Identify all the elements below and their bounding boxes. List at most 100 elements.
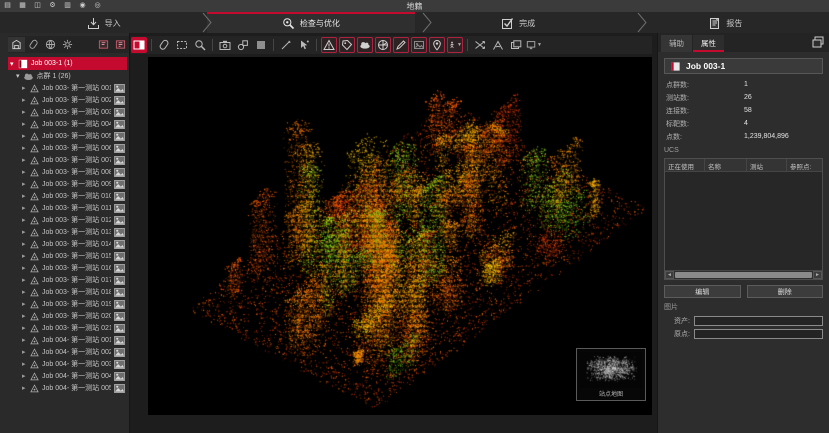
tree-station-row[interactable]: ▸ Job 003- 第一测站 009 (3) (8, 178, 127, 190)
picture-icon[interactable] (114, 180, 125, 189)
expand-arrow-icon[interactable]: ▸ (22, 216, 27, 224)
picture-icon[interactable] (114, 324, 125, 333)
expand-arrow-icon[interactable]: ▸ (22, 156, 27, 164)
expand-arrow-icon[interactable]: ▸ (22, 84, 27, 92)
camera-icon[interactable] (217, 37, 233, 53)
picture-icon[interactable] (114, 312, 125, 321)
picture-icon[interactable] (114, 132, 125, 141)
picture-icon[interactable] (114, 108, 125, 117)
expand-arrow-icon[interactable]: ▸ (22, 372, 27, 380)
snapshot-icon[interactable] (508, 37, 524, 53)
expand-arrow-icon[interactable]: ▸ (22, 144, 27, 152)
display-mode-icon[interactable]: ▼ (526, 37, 542, 53)
expand-arrow-icon[interactable]: ▸ (22, 324, 27, 332)
link-tab-icon[interactable] (25, 37, 42, 52)
panel-toggle-icon[interactable] (131, 37, 147, 53)
expand-arrow-icon[interactable]: ▸ (22, 132, 27, 140)
ucs-horizontal-scrollbar[interactable]: ◄ ► (665, 270, 822, 279)
shapes-icon[interactable] (235, 37, 251, 53)
origin-input[interactable] (694, 329, 823, 339)
tree-station-row[interactable]: ▸ Job 003- 第一测站 016 (4) (8, 262, 127, 274)
image-icon[interactable] (411, 37, 427, 53)
picture-icon[interactable] (114, 204, 125, 213)
link-icon[interactable] (156, 37, 172, 53)
picture-icon[interactable] (114, 216, 125, 225)
picture-icon[interactable] (114, 252, 125, 261)
picture-icon[interactable] (114, 348, 125, 357)
expand-arrow-icon[interactable]: ▸ (22, 96, 27, 104)
picture-icon[interactable] (114, 228, 125, 237)
tree-station-row[interactable]: ▸ Job 003- 第一测站 021 (9) (8, 322, 127, 334)
tree-station-row[interactable]: ▸ Job 003- 第一测站 013 (4) (8, 226, 127, 238)
tree-station-row[interactable]: ▸ Job 003- 第一测站 019 (2) (8, 298, 127, 310)
tab-auxiliary[interactable]: 辅助 (661, 35, 692, 52)
picture-icon[interactable] (114, 360, 125, 369)
picture-icon[interactable] (114, 192, 125, 201)
expand-arrow-icon[interactable]: ▸ (22, 108, 27, 116)
expand-arrow-icon[interactable]: ▸ (22, 288, 27, 296)
tag-icon[interactable] (339, 37, 355, 53)
picture-icon[interactable] (114, 384, 125, 393)
picture-icon[interactable] (114, 168, 125, 177)
tree-station-row[interactable]: ▸ Job 003- 第一测站 018 (4) (8, 286, 127, 298)
tree-station-row[interactable]: ▸ Job 003- 第一测站 011 (2) (8, 202, 127, 214)
expand-arrow-icon[interactable]: ▸ (22, 120, 27, 128)
delete-button[interactable]: 删除 (747, 285, 824, 298)
tree-station-row[interactable]: ▸ Job 003- 第一测站 002 (5) (8, 94, 127, 106)
tree-station-row[interactable]: ▸ Job 003- 第一测站 007 (5) (8, 154, 127, 166)
tree-root-row[interactable]: ▾ Job 003-1 (1) (8, 57, 127, 70)
restore-layout-icon[interactable] (811, 35, 825, 49)
expand-arrow-icon[interactable]: ▸ (22, 180, 27, 188)
3d-viewport[interactable]: 站点地图 (148, 57, 652, 415)
picture-icon[interactable] (114, 372, 125, 381)
ucs-table-body[interactable] (665, 172, 822, 270)
step-import[interactable]: 导入 (0, 12, 207, 33)
tree-station-row[interactable]: ▸ Job 003- 第一测站 005 (7) (8, 130, 127, 142)
tree-station-row[interactable]: ▸ Job 004- 第一测站 004 (7) (8, 370, 127, 382)
picture-icon[interactable] (114, 84, 125, 93)
expand-arrow-icon[interactable]: ▸ (22, 312, 27, 320)
picture-icon[interactable] (114, 276, 125, 285)
tree-station-row[interactable]: ▸ Job 003- 第一测站 015 (4) (8, 250, 127, 262)
expand-arrow-icon[interactable]: ▸ (22, 204, 27, 212)
picture-icon[interactable] (114, 288, 125, 297)
cloud-icon[interactable] (357, 37, 373, 53)
tree-station-row[interactable]: ▸ Job 004- 第一测站 003 (4) (8, 358, 127, 370)
step-inspect-optimize[interactable]: 检查与优化 (207, 12, 414, 33)
expand-arrow-icon[interactable]: ▸ (22, 168, 27, 176)
expand-arrow-icon[interactable]: ▸ (22, 252, 27, 260)
expand-arrow-icon[interactable]: ▸ (22, 336, 27, 344)
tree-station-row[interactable]: ▸ Job 003- 第一测站 004 (5) (8, 118, 127, 130)
picture-icon[interactable] (114, 144, 125, 153)
tree-station-row[interactable]: ▸ Job 004- 第一测站 002 (6) (8, 346, 127, 358)
picture-icon[interactable] (114, 156, 125, 165)
expand-arrow-icon[interactable]: ▸ (22, 264, 27, 272)
picture-icon[interactable] (114, 240, 125, 249)
settings-tab-icon[interactable] (59, 37, 76, 52)
scroll-right-icon[interactable]: ► (813, 271, 822, 279)
tree-station-row[interactable]: ▸ Job 003- 第一测站 008 (2) (8, 166, 127, 178)
expand-arrow-icon[interactable]: ▸ (22, 276, 27, 284)
expand-arrow-icon[interactable]: ▸ (22, 228, 27, 236)
site-minimap[interactable]: 站点地图 (576, 348, 646, 401)
warning-icon[interactable] (321, 37, 337, 53)
cube-icon[interactable] (253, 37, 269, 53)
step-report[interactable]: 报告 (622, 12, 829, 33)
expand-arrow-icon[interactable]: ▾ (10, 60, 15, 68)
picture-icon[interactable] (114, 336, 125, 345)
globe-tab-icon[interactable] (42, 37, 59, 52)
tree-station-row[interactable]: ▸ Job 004- 第一测站 001 (3) (8, 334, 127, 346)
tree-station-row[interactable]: ▸ Job 003- 第一测站 001 (6) (8, 82, 127, 94)
sphere-icon[interactable] (375, 37, 391, 53)
angle-measure-icon[interactable] (490, 37, 506, 53)
filter-toggle-a-icon[interactable] (95, 37, 112, 52)
pick-point-icon[interactable] (296, 37, 312, 53)
tree-station-row[interactable]: ▸ Job 003- 第一测站 006 (4) (8, 142, 127, 154)
zoom-window-icon[interactable] (192, 37, 208, 53)
tree-station-row[interactable]: ▸ Job 003- 第一测站 012 (5) (8, 214, 127, 226)
picture-icon[interactable] (114, 96, 125, 105)
selection-box-icon[interactable] (174, 37, 190, 53)
pin-icon[interactable] (429, 37, 445, 53)
scroll-left-icon[interactable]: ◄ (665, 271, 674, 279)
split-icon[interactable] (472, 37, 488, 53)
